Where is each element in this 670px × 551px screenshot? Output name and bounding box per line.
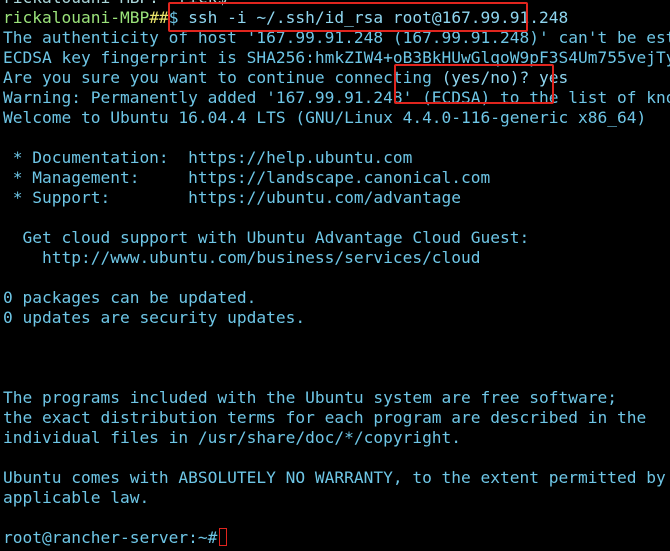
cloud-url-line: http://www.ubuntu.com/business/services/… [3, 248, 481, 267]
warranty-line-1: Ubuntu comes with ABSOLUTELY NO WARRANTY… [3, 468, 666, 487]
free-software-line-1: The programs included with the Ubuntu sy… [3, 388, 617, 407]
known-hosts-warning-line: Warning: Permanently added '167.99.91.24… [3, 88, 670, 107]
documentation-line: * Documentation: https://help.ubuntu.com [3, 148, 413, 167]
yes-no-highlight [394, 64, 554, 104]
fingerprint-line: ECDSA key fingerprint is SHA256:hmkZIW4+… [3, 48, 670, 67]
cursor-icon[interactable] [219, 528, 228, 546]
ssh-command-highlight [168, 2, 528, 32]
packages-line: 0 packages can be updated. [3, 288, 257, 307]
continue-question: Are you sure you want to continue connec… [3, 68, 442, 87]
shell-prompt: root@rancher-server:~# [3, 528, 218, 547]
management-line: * Management: https://landscape.canonica… [3, 168, 491, 187]
cloud-support-line: Get cloud support with Ubuntu Advantage … [3, 228, 530, 247]
prompt-hash: ## [149, 8, 169, 27]
free-software-line-2: the exact distribution terms for each pr… [3, 408, 647, 427]
shell-prompt-line[interactable]: root@rancher-server:~# [3, 528, 228, 548]
support-line: * Support: https://ubuntu.com/advantage [3, 188, 462, 207]
terminal-window[interactable]: rickalouani-MBP:~ rick$ rickalouani-MBP#… [0, 0, 670, 551]
free-software-line-3: individual files in /usr/share/doc/*/cop… [3, 428, 462, 447]
welcome-line: Welcome to Ubuntu 16.04.4 LTS (GNU/Linux… [3, 108, 647, 127]
security-updates-line: 0 updates are security updates. [3, 308, 306, 327]
warranty-line-2: applicable law. [3, 488, 150, 507]
prompt-host: rickalouani-MBP [3, 8, 150, 27]
